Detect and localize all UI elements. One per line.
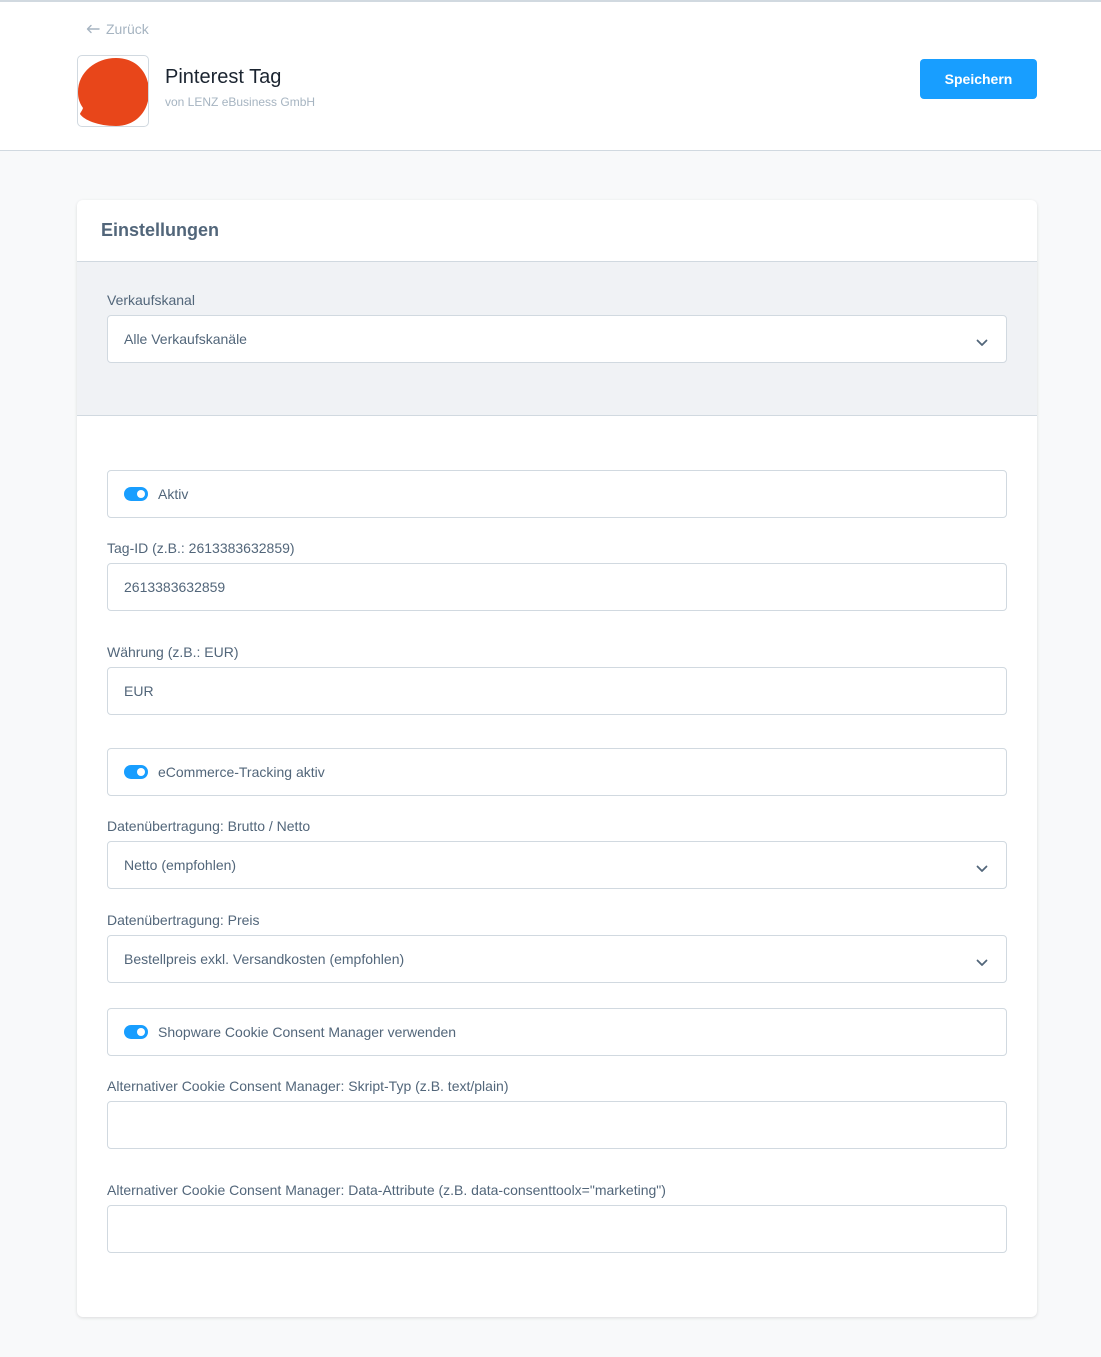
gross-net-label: Datenübertragung: Brutto / Netto: [107, 818, 311, 834]
card-title: Einstellungen: [101, 220, 220, 240]
tag-id-input[interactable]: 2613383632859: [107, 563, 1007, 611]
price-group: Datenübertragung: Preis Bestellpreis exk…: [107, 912, 1007, 983]
back-link-label: Zurück: [106, 21, 149, 37]
currency-input[interactable]: EUR: [107, 667, 1007, 715]
save-button[interactable]: Speichern: [920, 59, 1037, 99]
ecommerce-tracking-toggle[interactable]: [124, 765, 148, 779]
back-link[interactable]: Zurück: [86, 19, 149, 39]
tag-id-group: Tag-ID (z.B.: 2613383632859) 26133836328…: [107, 540, 1007, 611]
plugin-vendor: von LENZ eBusiness GmbH: [165, 95, 316, 109]
card-header: Einstellungen: [77, 200, 1037, 262]
ecommerce-tracking-field[interactable]: eCommerce-Tracking aktiv: [107, 748, 1007, 796]
sales-channel-select[interactable]: Alle Verkaufskanäle: [107, 315, 1007, 363]
plugin-logo: [77, 55, 149, 127]
currency-value: EUR: [124, 683, 154, 699]
plugin-title: Pinterest Tag: [165, 66, 282, 88]
ecommerce-tracking-label: eCommerce-Tracking aktiv: [158, 764, 325, 780]
tag-id-label: Tag-ID (z.B.: 2613383632859): [107, 540, 295, 556]
gross-net-select[interactable]: Netto (empfohlen): [107, 841, 1007, 889]
active-toggle[interactable]: [124, 487, 148, 501]
script-type-input[interactable]: [107, 1101, 1007, 1149]
gross-net-value: Netto (empfohlen): [124, 857, 237, 873]
gross-net-group: Datenübertragung: Brutto / Netto Netto (…: [107, 818, 1007, 889]
settings-card: Einstellungen Verkaufskanal Alle Verkauf…: [77, 200, 1037, 1317]
price-select[interactable]: Bestellpreis exkl. Versandkosten (empfoh…: [107, 935, 1007, 983]
settings-form: Aktiv Tag-ID (z.B.: 2613383632859) 26133…: [77, 416, 1037, 1316]
data-attribute-label: Alternativer Cookie Consent Manager: Dat…: [107, 1182, 666, 1198]
chevron-down-icon: [976, 860, 988, 876]
data-attribute-group: Alternativer Cookie Consent Manager: Dat…: [107, 1182, 1007, 1253]
cookie-consent-label: Shopware Cookie Consent Manager verwende…: [158, 1024, 457, 1040]
cookie-consent-toggle[interactable]: [124, 1025, 148, 1039]
chevron-down-icon: [976, 954, 988, 970]
sales-channel-section: Verkaufskanal Alle Verkaufskanäle: [77, 262, 1037, 416]
sales-channel-value: Alle Verkaufskanäle: [124, 331, 247, 347]
script-type-label: Alternativer Cookie Consent Manager: Skr…: [107, 1078, 509, 1094]
active-switch-field[interactable]: Aktiv: [107, 470, 1007, 518]
arrow-left-icon: [86, 24, 100, 34]
price-label: Datenübertragung: Preis: [107, 912, 260, 928]
active-label: Aktiv: [158, 486, 189, 502]
chevron-down-icon: [976, 334, 988, 350]
sales-channel-label: Verkaufskanal: [107, 292, 195, 308]
currency-group: Währung (z.B.: EUR) EUR: [107, 644, 1007, 715]
page-header: Zurück Pinterest Tag von LENZ eBusiness …: [0, 2, 1101, 151]
cookie-consent-field[interactable]: Shopware Cookie Consent Manager verwende…: [107, 1008, 1007, 1056]
price-value: Bestellpreis exkl. Versandkosten (empfoh…: [124, 951, 405, 967]
script-type-group: Alternativer Cookie Consent Manager: Skr…: [107, 1078, 1007, 1149]
data-attribute-input[interactable]: [107, 1205, 1007, 1253]
currency-label: Währung (z.B.: EUR): [107, 644, 239, 660]
tag-id-value: 2613383632859: [124, 579, 226, 595]
